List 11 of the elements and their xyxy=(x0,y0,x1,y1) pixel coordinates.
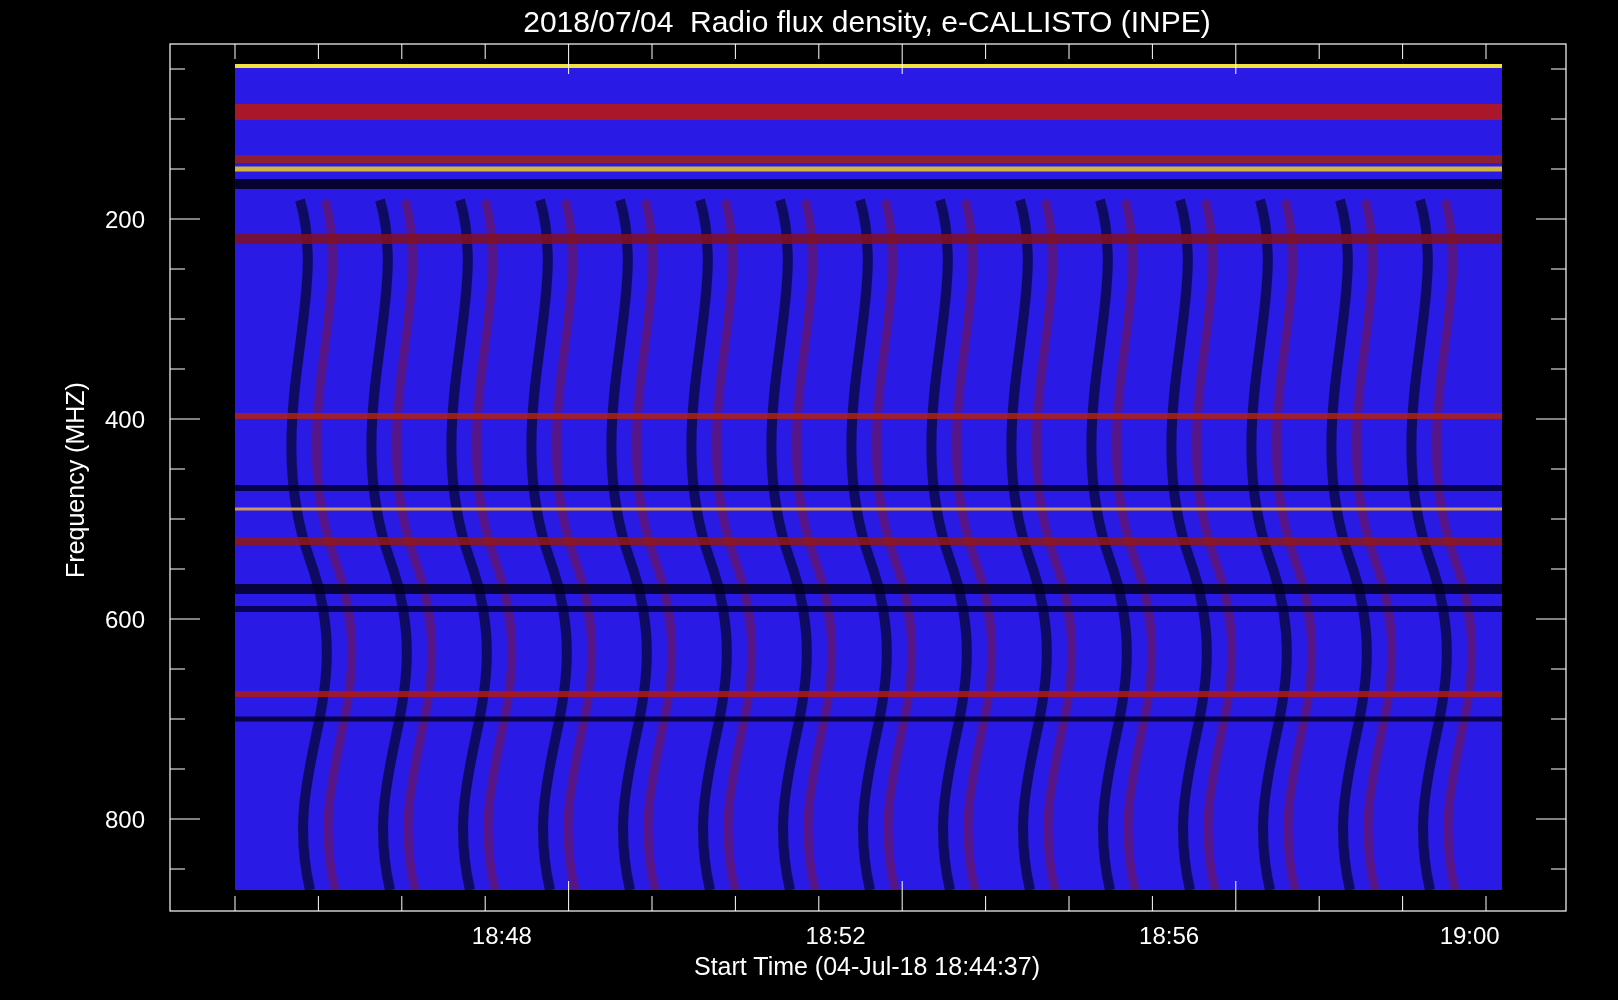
y-tick-label: 400 xyxy=(104,406,145,433)
x-tick-label: 18:56 xyxy=(1139,922,1200,949)
plot-title: 2018/07/04 Radio flux density, e-CALLISTO (INPE) xyxy=(523,5,1211,38)
x-tick-label: 18:48 xyxy=(471,922,532,949)
y-tick-label: 600 xyxy=(104,606,145,633)
x-axis-label: Start Time (04-Jul-18 18:44:37) xyxy=(694,952,1040,980)
x-tick-label: 18:52 xyxy=(805,922,866,949)
y-axis-label: Frequency (MHZ) xyxy=(61,382,89,578)
y-tick-label: 800 xyxy=(104,806,145,833)
y-tick-label: 200 xyxy=(104,206,145,233)
x-tick-label: 19:00 xyxy=(1439,922,1500,949)
